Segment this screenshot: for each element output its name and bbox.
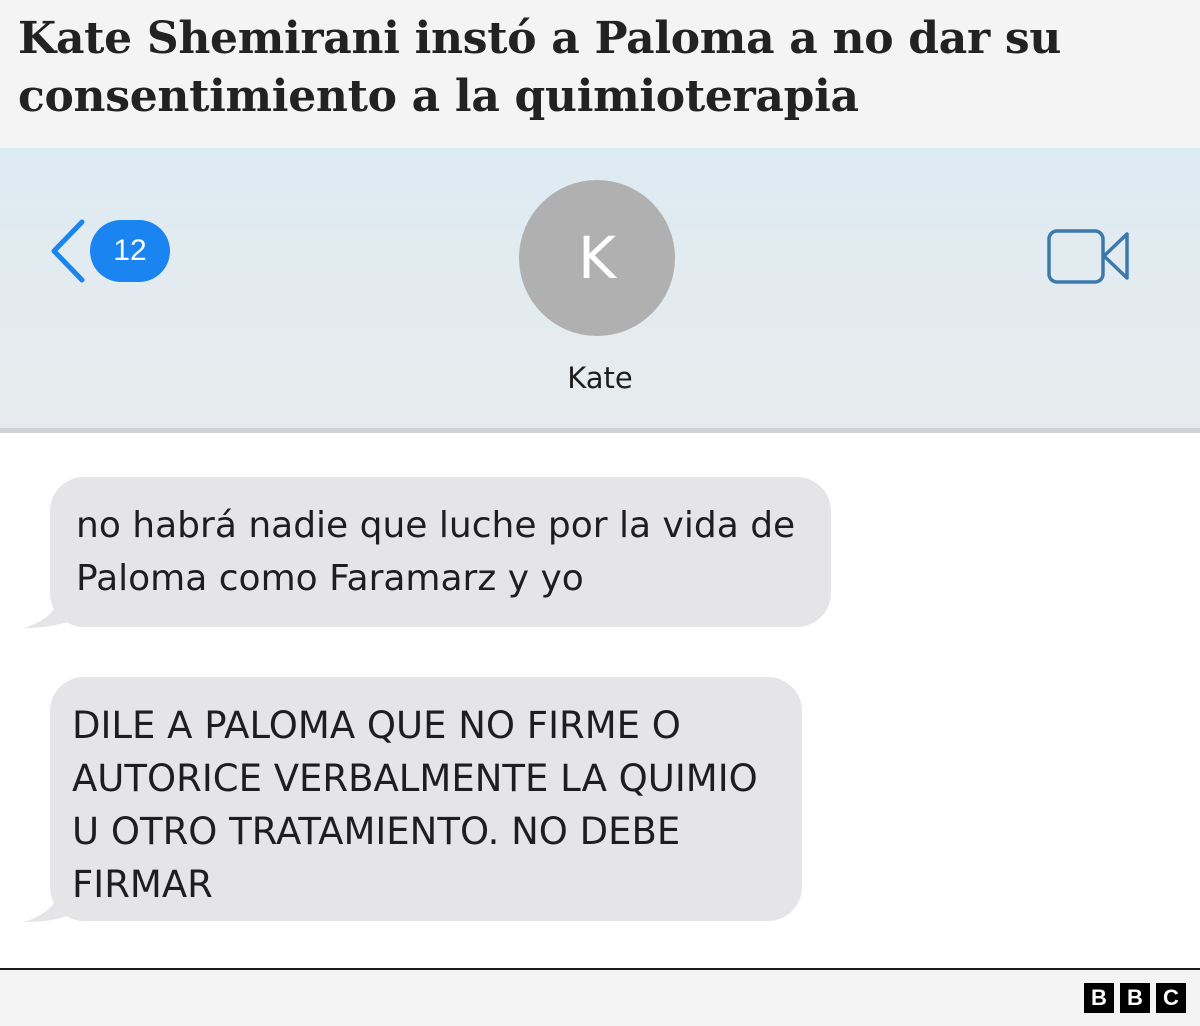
footer: B B C bbox=[0, 970, 1200, 1026]
bbc-logo-letter: C bbox=[1156, 983, 1186, 1013]
bbc-logo-letter: B bbox=[1084, 983, 1114, 1013]
message-bubble-received[interactable]: DILE A PALOMA QUE NO FIRME O AUTORICE VE… bbox=[50, 677, 802, 921]
video-call-button[interactable] bbox=[1046, 228, 1132, 290]
headline-title: Kate Shemirani instó a Paloma a no dar s… bbox=[18, 13, 1062, 122]
unread-count-badge: 12 bbox=[90, 220, 170, 282]
video-camera-icon bbox=[1047, 229, 1129, 284]
contact-name[interactable]: Kate bbox=[500, 360, 700, 396]
back-button[interactable]: 12 bbox=[48, 218, 172, 284]
chevron-left-icon bbox=[51, 219, 85, 283]
message-bubble-received[interactable]: no habrá nadie que luche por la vida de … bbox=[50, 477, 831, 627]
headline-panel: Kate Shemirani instó a Paloma a no dar s… bbox=[0, 0, 1200, 148]
bbc-logo: B B C bbox=[1084, 983, 1186, 1013]
bbc-logo-letter: B bbox=[1120, 983, 1150, 1013]
avatar[interactable]: K bbox=[519, 180, 675, 336]
